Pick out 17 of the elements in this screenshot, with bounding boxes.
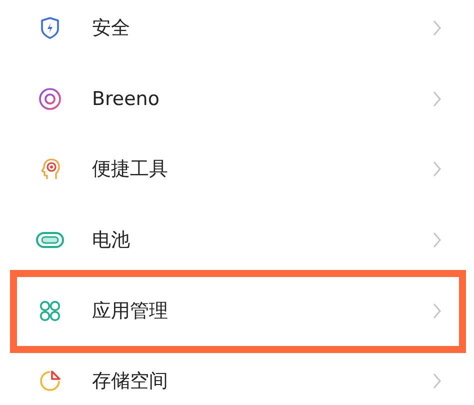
settings-item[interactable]: 便捷工具	[0, 134, 474, 204]
settings-item[interactable]: 应用管理	[10, 270, 466, 352]
item-label: 安全	[92, 16, 131, 42]
chevron-icon	[432, 90, 442, 107]
chevron-icon	[432, 372, 442, 389]
item-label: 应用管理	[92, 299, 169, 324]
chevron-icon	[432, 161, 442, 178]
chevron-icon	[432, 303, 442, 320]
chevron-icon	[432, 20, 442, 36]
ring-icon	[36, 86, 64, 111]
settings-item[interactable]: 安全	[0, 0, 474, 64]
item-label: 便捷工具	[92, 157, 169, 182]
item-label: Breeno	[92, 88, 160, 110]
item-label: 电池	[92, 228, 131, 253]
item-label: 存储空间	[92, 368, 169, 394]
chevron-icon	[432, 232, 442, 248]
settings-item[interactable]: Breeno	[0, 64, 474, 134]
